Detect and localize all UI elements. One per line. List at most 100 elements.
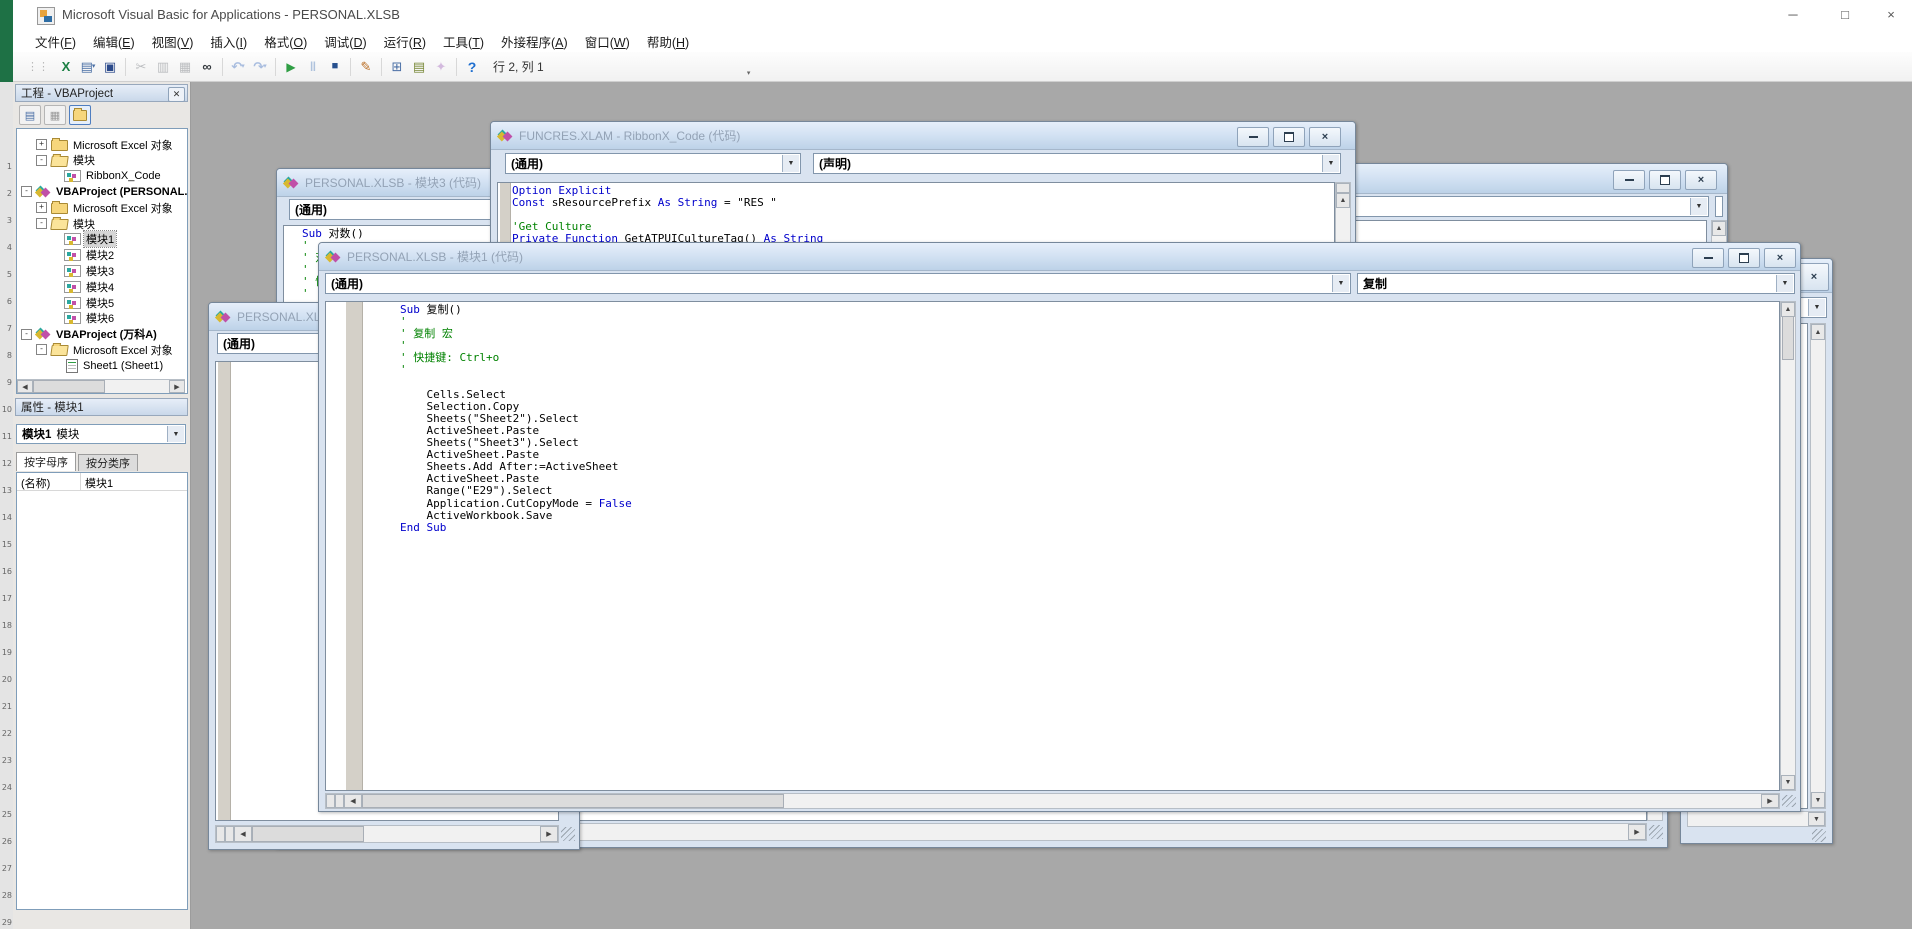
close-button[interactable]: × — [1309, 127, 1341, 147]
collapse-icon[interactable]: - — [36, 218, 47, 229]
tree-item-模块1[interactable]: 模块1 — [17, 232, 188, 247]
maximize-button[interactable]: □ — [1822, 0, 1868, 28]
view-code-icon[interactable]: ▤ — [19, 105, 41, 125]
vertical-scrollbar[interactable]: ▲ ▼ — [1780, 301, 1796, 791]
menu-T[interactable]: 工具(T) — [443, 32, 484, 51]
vertical-scrollbar[interactable]: ▲ ▼ — [1810, 323, 1826, 809]
tree-item-模块6[interactable]: 模块6 — [17, 311, 188, 326]
expand-icon[interactable]: + — [36, 139, 47, 150]
tree-item-模块[interactable]: -模块 — [17, 153, 188, 168]
close-button[interactable]: × — [1685, 170, 1717, 190]
scroll-down-icon[interactable]: ▼ — [1781, 775, 1795, 790]
procedure-combo[interactable] — [1715, 196, 1723, 217]
code-window-module1-active[interactable]: PERSONAL.XLSB - 模块1 (代码) × (通用) ▼ 复制 ▼ S… — [318, 242, 1801, 812]
tree-item-Microsoft-Excel-对象[interactable]: +Microsoft Excel 对象 — [17, 200, 188, 215]
tree-item-Microsoft-Excel-对象[interactable]: -Microsoft Excel 对象 — [17, 342, 188, 357]
menu-H[interactable]: 帮助(H) — [647, 32, 689, 51]
restore-button[interactable] — [1273, 127, 1305, 147]
run-icon[interactable]: ▶ — [281, 57, 301, 77]
tree-item-Microsoft-Excel-对象[interactable]: +Microsoft Excel 对象 — [17, 137, 188, 152]
menu-F[interactable]: 文件(F) — [35, 32, 76, 51]
collapse-icon[interactable]: - — [21, 329, 32, 340]
project-tree[interactable]: ◀ ▶ +Microsoft Excel 对象-模块RibbonX_Code-V… — [16, 128, 188, 394]
help-icon[interactable]: ? — [462, 57, 482, 77]
save-icon[interactable]: ▣ — [100, 57, 120, 77]
minimize-button[interactable] — [1237, 127, 1269, 147]
scroll-up-icon[interactable]: ▲ — [1781, 302, 1795, 317]
minimize-button[interactable]: ─ — [1770, 0, 1816, 28]
property-row[interactable]: (名称) 模块1 — [17, 473, 187, 491]
tree-item-模块5[interactable]: 模块5 — [17, 295, 188, 310]
resize-grip[interactable] — [1649, 825, 1663, 839]
resize-grip[interactable] — [561, 827, 575, 841]
dropdown-icon[interactable]: ▼ — [782, 155, 799, 172]
dropdown-icon[interactable]: ▼ — [1776, 275, 1793, 292]
scroll-thumb[interactable] — [1782, 316, 1794, 360]
view-object-icon[interactable]: ▦ — [44, 105, 66, 125]
dropdown-icon[interactable]: ▼ — [1808, 299, 1825, 316]
tree-item-模块3[interactable]: 模块3 — [17, 263, 188, 278]
restore-button[interactable] — [1649, 170, 1681, 190]
scroll-down-icon[interactable]: ▼ — [1808, 812, 1825, 826]
titlebar-funcres[interactable]: FUNCRES.XLAM - RibbonX_Code (代码) × — [491, 122, 1355, 150]
tree-item-模块2[interactable]: 模块2 — [17, 248, 188, 263]
undo-icon[interactable]: ↶▾ — [228, 57, 248, 77]
project-explorer-icon[interactable]: ⊞ — [387, 57, 407, 77]
procedure-combo[interactable]: 复制 ▼ — [1357, 273, 1795, 294]
redo-icon[interactable]: ↷▾ — [250, 57, 270, 77]
menu-V[interactable]: 视图(V) — [152, 32, 194, 51]
project-panel-titlebar[interactable]: 工程 - VBAProject ✕ — [15, 84, 188, 102]
dropdown-icon[interactable]: ▼ — [1690, 198, 1707, 215]
menu-R[interactable]: 运行(R) — [384, 32, 426, 51]
insert-userform-icon[interactable]: ▤▾ — [78, 57, 98, 77]
split-handle[interactable] — [225, 826, 234, 842]
scroll-thumb[interactable] — [362, 794, 784, 808]
minimize-button[interactable] — [1613, 170, 1645, 190]
pause-icon[interactable]: ‖ — [303, 57, 323, 77]
close-icon[interactable]: ✕ — [168, 87, 185, 102]
minimize-button[interactable] — [1692, 248, 1724, 268]
object-combo[interactable]: (通用) ▼ — [325, 273, 1351, 294]
scroll-up-icon[interactable]: ▲ — [1811, 324, 1825, 340]
split-handle[interactable] — [1336, 183, 1350, 193]
scroll-right-icon[interactable]: ▶ — [1628, 824, 1646, 840]
menu-W[interactable]: 窗口(W) — [585, 32, 630, 51]
expand-icon[interactable]: + — [36, 202, 47, 213]
scroll-right-icon[interactable]: ▶ — [169, 380, 185, 393]
scroll-right-icon[interactable]: ▶ — [1761, 794, 1779, 808]
find-icon[interactable]: ∞ — [197, 57, 217, 77]
restore-button[interactable] — [1728, 248, 1760, 268]
paste-icon[interactable]: ▦ — [175, 57, 195, 77]
scroll-up-icon[interactable]: ▲ — [1712, 221, 1726, 236]
horizontal-scrollbar[interactable]: ◀ ▶ — [215, 825, 559, 843]
menu-D[interactable]: 调试(D) — [324, 32, 366, 51]
scroll-left-icon[interactable]: ◀ — [17, 380, 33, 393]
tab-alphabetic[interactable]: 按字母序 — [16, 452, 76, 471]
dropdown-icon[interactable]: ▼ — [1332, 275, 1349, 292]
object-combo[interactable]: (通用) ▼ — [505, 153, 801, 174]
properties-panel-titlebar[interactable]: 属性 - 模块1 ✕ — [15, 398, 188, 416]
collapse-icon[interactable]: - — [36, 344, 47, 355]
scroll-thumb[interactable] — [33, 380, 105, 393]
scroll-thumb[interactable] — [252, 826, 364, 842]
menu-O[interactable]: 格式(O) — [264, 32, 307, 51]
cut-icon[interactable]: ✂ — [131, 57, 151, 77]
menu-I[interactable]: 插入(I) — [210, 32, 247, 51]
tree-item-VBAProject-万科A-[interactable]: -VBAProject (万科A) — [17, 327, 188, 342]
scroll-right-icon[interactable]: ▶ — [540, 826, 558, 842]
copy-icon[interactable]: ▥ — [153, 57, 173, 77]
properties-object-combo[interactable]: 模块1 模块 ▼ — [16, 424, 186, 444]
tree-item-模块4[interactable]: 模块4 — [17, 279, 188, 294]
toggle-folders-icon[interactable] — [69, 105, 91, 125]
titlebar-module1[interactable]: PERSONAL.XLSB - 模块1 (代码) × — [319, 243, 1800, 271]
resize-grip[interactable] — [1782, 795, 1796, 807]
tree-item-RibbonX_Code[interactable]: RibbonX_Code — [17, 169, 188, 184]
design-mode-icon[interactable]: ✎ — [356, 57, 376, 77]
tree-item-模块[interactable]: -模块 — [17, 216, 188, 231]
toolbar-overflow-icon[interactable]: ▾ — [744, 57, 754, 77]
close-button[interactable]: × — [1764, 248, 1796, 268]
split-handle[interactable] — [326, 794, 335, 808]
tab-categorized[interactable]: 按分类序 — [78, 454, 138, 471]
object-browser-icon[interactable]: ✦ — [431, 57, 451, 77]
scroll-left-icon[interactable]: ◀ — [234, 826, 252, 842]
